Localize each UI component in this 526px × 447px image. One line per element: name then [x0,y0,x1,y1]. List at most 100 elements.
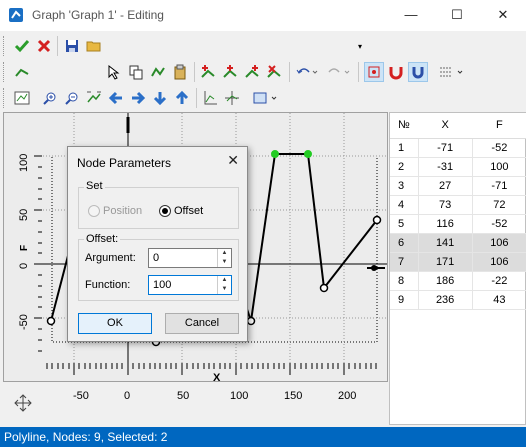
spin-up-icon[interactable]: ▲ [218,249,231,258]
snap-grid-button[interactable] [364,62,384,82]
grid-options-button[interactable] [436,62,466,82]
cell-number[interactable]: 5 [390,214,419,234]
y-tick-100: 100 [18,153,30,172]
cell-number[interactable]: 4 [390,195,419,215]
argument-stepper[interactable]: ▲ ▼ [148,248,232,268]
ok-button[interactable]: OK [78,313,152,334]
cell-x[interactable]: -31 [418,157,473,177]
cell-number[interactable]: 7 [390,252,419,272]
zoom-out-button[interactable] [62,88,82,108]
cell-x[interactable]: 27 [418,176,473,196]
function-stepper[interactable]: ▲ ▼ [148,275,232,295]
cell-x[interactable]: 73 [418,195,473,215]
cell-f[interactable]: -22 [472,271,526,291]
cell-x[interactable]: 171 [418,252,473,272]
cell-number[interactable]: 6 [390,233,419,253]
cell-x[interactable]: 141 [418,233,473,253]
redo-button[interactable] [325,62,353,82]
table-row[interactable]: 6 141 106 [390,233,526,253]
spin-down-icon[interactable]: ▼ [218,258,231,267]
position-radio[interactable]: Position [88,205,142,217]
table-row[interactable]: 9 236 43 [390,290,526,310]
toolbar-grip[interactable] [3,36,6,56]
cell-f[interactable]: -52 [472,138,526,158]
table-row[interactable]: 7 171 106 [390,252,526,272]
close-window-button[interactable]: ✕ [480,0,526,31]
cell-f[interactable]: 72 [472,195,526,215]
cancel-edit-button[interactable] [34,36,54,56]
node-7-selected[interactable] [304,150,312,158]
node-9[interactable] [372,215,382,225]
node-8[interactable] [319,283,329,293]
crosshair-button[interactable] [222,88,242,108]
dialog-close-icon[interactable]: ✕ [227,152,239,169]
node-6-selected[interactable] [271,150,279,158]
cell-number[interactable]: 8 [390,271,419,291]
toolbar-grip[interactable] [3,88,6,108]
fit-view-button[interactable] [12,88,32,108]
cell-x[interactable]: 186 [418,271,473,291]
cell-f[interactable]: 43 [472,290,526,310]
save-button[interactable] [62,36,82,56]
line-style-button[interactable] [12,62,32,82]
node-5[interactable] [246,316,256,326]
col-header-number[interactable]: № [390,113,418,139]
open-button[interactable] [84,36,104,56]
col-header-f[interactable]: F [472,113,526,139]
zoom-fit-button[interactable] [84,88,104,108]
toolbar-grip[interactable] [3,62,6,82]
undo-icon [296,68,318,74]
cell-f[interactable]: -52 [472,214,526,234]
cell-f[interactable]: 100 [472,157,526,177]
table-header-row: № X F [390,113,526,139]
view-options-button[interactable] [250,88,280,108]
node-1[interactable] [46,316,56,326]
magnet-button[interactable] [386,62,406,82]
cell-x[interactable]: -71 [418,138,473,158]
zoom-in-button[interactable] [40,88,60,108]
table-row[interactable]: 1 -71 -52 [390,138,526,158]
cell-x[interactable]: 236 [418,290,473,310]
pan-tool-button[interactable] [3,382,42,424]
delete-node-button[interactable] [264,62,284,82]
copy-button[interactable] [126,62,146,82]
minimize-button[interactable]: — [388,0,434,31]
select-tool-button[interactable] [104,62,124,82]
spin-down-icon[interactable]: ▼ [218,285,231,294]
clipboard-button[interactable] [170,62,190,82]
undo-button[interactable] [293,62,321,82]
pan-left-button[interactable] [106,88,126,108]
cell-number[interactable]: 2 [390,157,419,177]
toolbar-overflow-button[interactable]: ▾ [355,36,365,56]
cell-x[interactable]: 116 [418,214,473,234]
move-node-button[interactable] [242,62,262,82]
cell-f[interactable]: 106 [472,233,526,253]
table-row[interactable]: 8 186 -22 [390,271,526,291]
table-row[interactable]: 4 73 72 [390,195,526,215]
pan-right-button[interactable] [128,88,148,108]
cell-f[interactable]: 106 [472,252,526,272]
maximize-button[interactable]: ☐ [434,0,480,31]
snap-node-button[interactable] [408,62,428,82]
table-row[interactable]: 5 116 -52 [390,214,526,234]
cell-number[interactable]: 1 [390,138,419,158]
table-row[interactable]: 3 27 -71 [390,176,526,196]
add-node-button[interactable] [198,62,218,82]
apply-button[interactable] [12,36,32,56]
spin-up-icon[interactable]: ▲ [218,276,231,285]
pan-down-button[interactable] [150,88,170,108]
offset-radio[interactable]: Offset [159,205,203,217]
pan-up-button[interactable] [172,88,192,108]
cell-number[interactable]: 3 [390,176,419,196]
axes-button[interactable] [200,88,220,108]
cell-number[interactable]: 9 [390,290,419,310]
col-header-x[interactable]: X [418,113,473,139]
argument-input[interactable] [151,250,215,266]
curve-icon [151,67,165,77]
table-row[interactable]: 2 -31 100 [390,157,526,177]
cancel-button[interactable]: Cancel [165,313,239,334]
paste-curve-button[interactable] [148,62,168,82]
cell-f[interactable]: -71 [472,176,526,196]
insert-node-button[interactable] [220,62,240,82]
function-input[interactable] [151,277,215,293]
